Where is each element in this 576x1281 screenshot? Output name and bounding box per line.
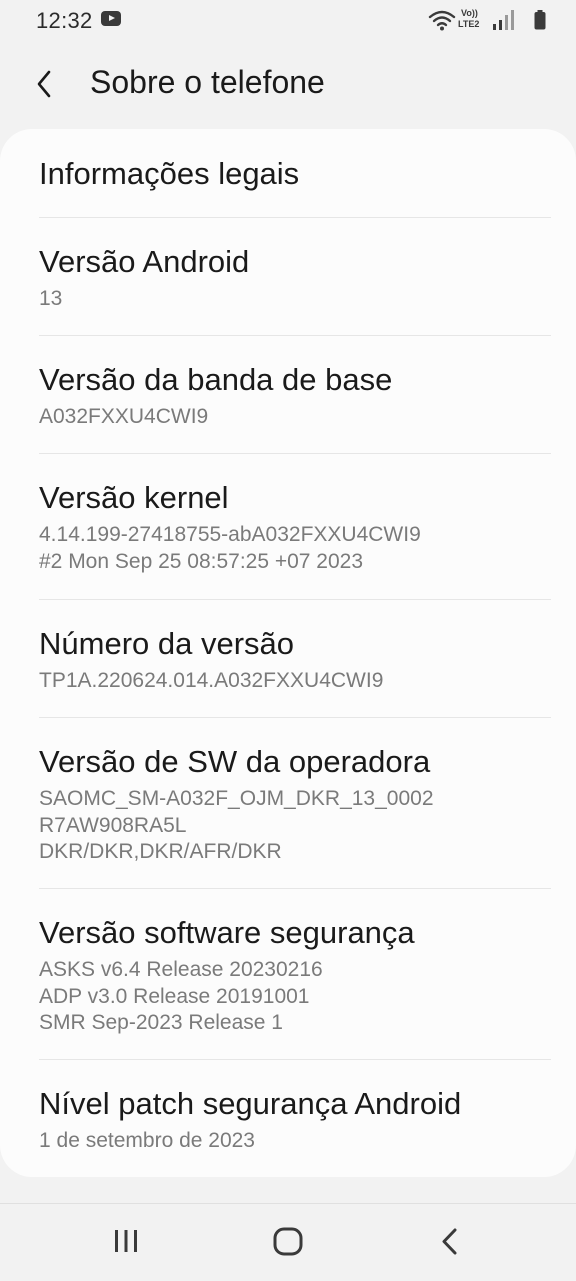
list-item-baseband-version[interactable]: Versão da banda de base A032FXXU4CWI9	[0, 336, 576, 453]
youtube-icon	[101, 11, 121, 26]
list-item-build-number[interactable]: Número da versão TP1A.220624.014.A032FXX…	[0, 600, 576, 717]
item-title: Informações legais	[39, 156, 300, 191]
list-item-kernel-version[interactable]: Versão kernel 4.14.199-27418755-abA032FX…	[0, 454, 576, 599]
item-title: Versão de SW da operadora	[39, 744, 431, 779]
list-item-carrier-sw-version[interactable]: Versão de SW da operadora SAOMC_SM-A032F…	[0, 718, 576, 888]
item-value: 4.14.199-27418755-abA032FXXU4CWI9 #2 Mon…	[39, 523, 421, 573]
back-icon[interactable]	[430, 1222, 470, 1262]
item-value: 1 de setembro de 2023	[39, 1129, 255, 1152]
item-value: TP1A.220624.014.A032FXXU4CWI9	[39, 669, 384, 692]
battery-icon	[534, 10, 546, 30]
list-item-legal-info[interactable]: Informações legais	[0, 129, 576, 217]
navigation-bar	[0, 1203, 576, 1281]
list-item-android-version[interactable]: Versão Android 13	[0, 218, 576, 335]
home-icon[interactable]	[268, 1222, 308, 1262]
back-arrow-icon[interactable]	[22, 62, 66, 106]
item-title: Número da versão	[39, 626, 295, 661]
item-value: SAOMC_SM-A032F_OJM_DKR_13_0002 R7AW908RA…	[39, 787, 434, 863]
volte-icon: Vo)) LTE2	[456, 8, 486, 32]
settings-list: Informações legais Versão Android 13 Ver…	[0, 129, 576, 1177]
item-title: Nível patch segurança Android	[39, 1086, 462, 1121]
app-header: Sobre o telefone	[0, 40, 576, 130]
item-value: ASKS v6.4 Release 20230216 ADP v3.0 Rele…	[39, 958, 323, 1034]
volte-top-label: Vo))	[461, 8, 478, 18]
recent-apps-icon[interactable]	[106, 1222, 146, 1262]
item-title: Versão Android	[39, 244, 250, 279]
wifi-icon	[428, 10, 456, 31]
item-value: A032FXXU4CWI9	[39, 405, 209, 428]
item-title: Versão da banda de base	[39, 362, 393, 397]
status-time: 12:32	[36, 8, 93, 33]
signal-icon	[493, 10, 514, 30]
item-value: 13	[39, 287, 63, 310]
status-bar: 12:32 Vo)) LTE2	[0, 0, 576, 40]
item-title: Versão kernel	[39, 480, 229, 515]
volte-bottom-label: LTE2	[458, 19, 480, 29]
status-icons: Vo)) LTE2	[406, 8, 546, 32]
page-title: Sobre o telefone	[90, 64, 325, 100]
item-title: Versão software segurança	[39, 915, 415, 950]
list-item-security-patch-level[interactable]: Nível patch segurança Android 1 de setem…	[0, 1060, 576, 1177]
list-item-security-sw-version[interactable]: Versão software segurança ASKS v6.4 Rele…	[0, 889, 576, 1059]
